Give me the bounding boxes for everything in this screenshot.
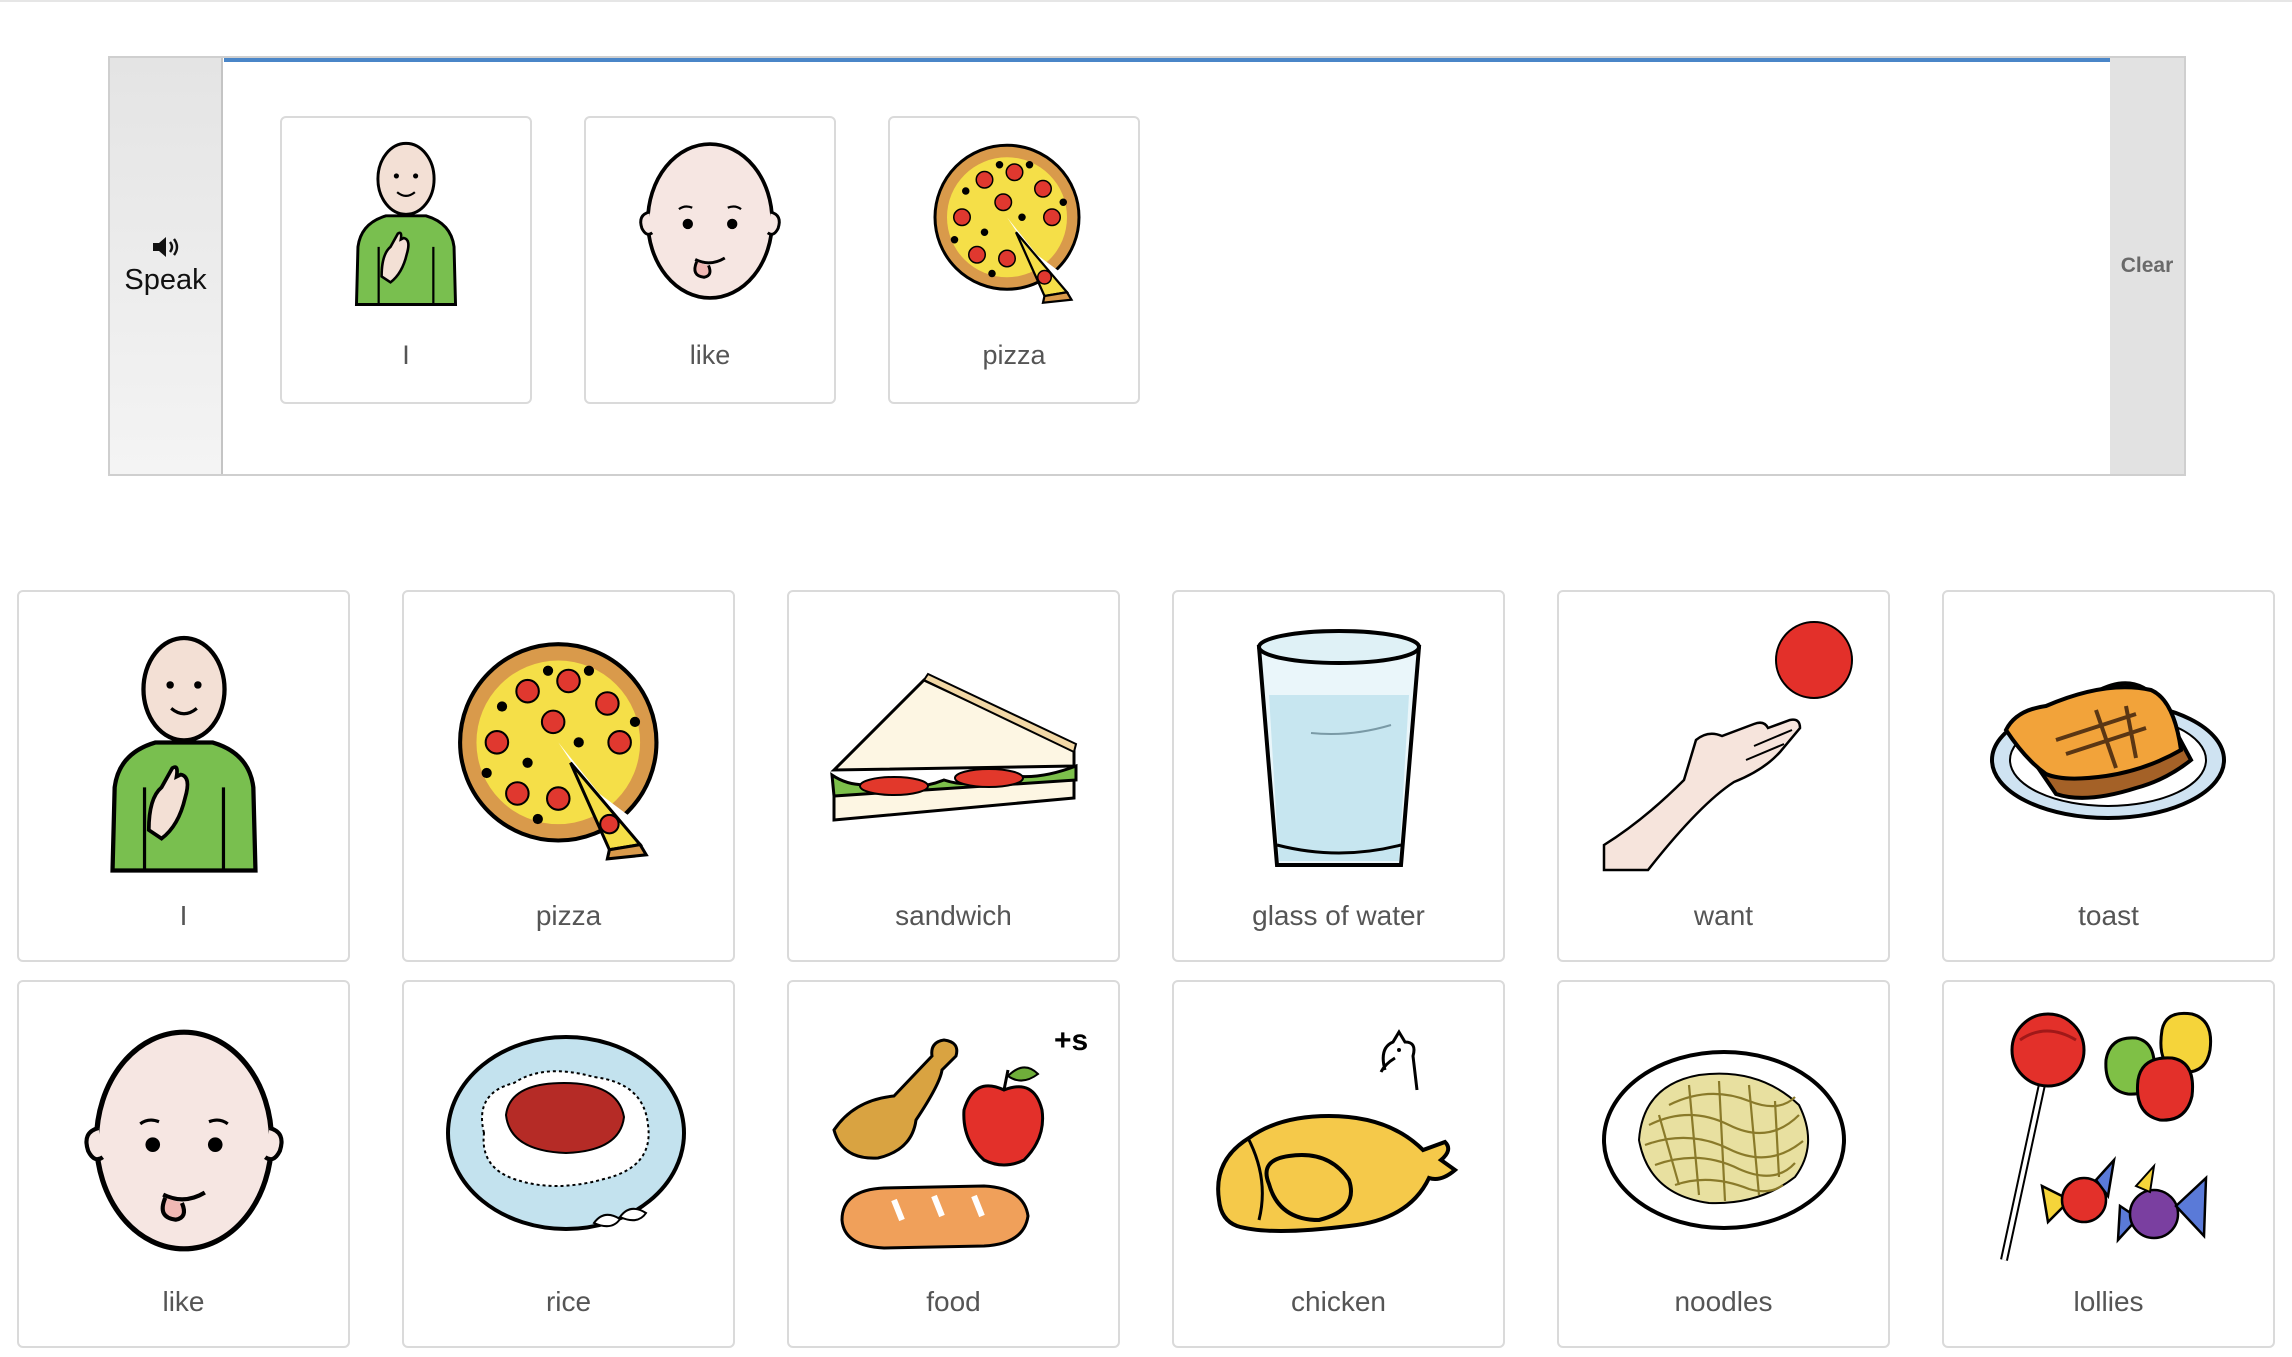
face-licking-lips-icon — [586, 136, 834, 306]
clear-label: Clear — [2120, 254, 2174, 277]
sentence-word-like[interactable]: like — [584, 116, 836, 404]
toast-icon — [1944, 620, 2273, 880]
symbol-label: glass of water — [1252, 900, 1425, 931]
symbol-label: noodles — [1674, 1286, 1773, 1317]
speaker-icon — [151, 236, 181, 258]
symbol-card-noodles[interactable]: noodles — [1557, 980, 1890, 1348]
glass-of-water-icon — [1174, 620, 1503, 880]
svg-text:+s: +s — [1054, 1024, 1088, 1057]
symbol-label: sandwich — [895, 900, 1012, 931]
roast-chicken-icon — [1174, 1010, 1503, 1270]
noodles-icon — [1559, 1010, 1888, 1270]
lollies-icon — [1944, 1010, 2273, 1270]
speak-button[interactable]: Speak — [110, 58, 223, 474]
sentence-word-label: like — [689, 340, 731, 370]
symbol-card-want[interactable]: want — [1557, 590, 1890, 962]
pizza-icon — [890, 136, 1138, 306]
symbol-card-rice[interactable]: rice — [402, 980, 735, 1348]
sentence-word-label: pizza — [982, 340, 1046, 370]
symbol-card-lollies[interactable]: lollies — [1942, 980, 2275, 1348]
symbol-card-like[interactable]: like — [17, 980, 350, 1348]
speak-label: Speak — [124, 263, 207, 296]
symbol-card-pizza[interactable]: pizza — [402, 590, 735, 962]
symbol-card-glass-of-water[interactable]: glass of water — [1172, 590, 1505, 962]
symbol-card-sandwich[interactable]: sandwich — [787, 590, 1120, 962]
sentence-word-pizza[interactable]: pizza — [888, 116, 1140, 404]
symbol-label: rice — [545, 1286, 592, 1317]
symbol-label: lollies — [2073, 1286, 2144, 1317]
sentence-word-i[interactable]: I — [280, 116, 532, 404]
sentence-word-label: I — [402, 340, 410, 370]
sentence-bar-accent — [224, 58, 2112, 62]
symbol-card-i[interactable]: I — [17, 590, 350, 962]
hand-reaching-ball-icon — [1559, 620, 1888, 880]
sentence-bar: Speak I like pizza Clear — [108, 56, 2186, 476]
symbol-label: want — [1693, 900, 1754, 931]
symbol-card-food[interactable]: +s food — [787, 980, 1120, 1348]
person-pointing-self-icon — [19, 620, 348, 880]
symbol-label: I — [179, 900, 188, 931]
symbol-label: like — [162, 1286, 205, 1317]
sandwich-icon — [789, 620, 1118, 880]
person-pointing-self-icon — [282, 136, 530, 306]
clear-button[interactable]: Clear — [2110, 58, 2184, 474]
pizza-icon — [404, 620, 733, 880]
rice-plate-icon — [404, 1010, 733, 1270]
food-group-icon: +s — [789, 1010, 1118, 1270]
symbol-label: pizza — [535, 900, 602, 931]
symbol-card-chicken[interactable]: chicken — [1172, 980, 1505, 1348]
symbol-card-toast[interactable]: toast — [1942, 590, 2275, 962]
symbol-label: chicken — [1291, 1286, 1386, 1317]
symbol-label: toast — [2078, 900, 2139, 931]
symbol-label: food — [926, 1286, 981, 1317]
top-divider — [0, 0, 2292, 2]
face-licking-lips-icon — [19, 1010, 348, 1270]
